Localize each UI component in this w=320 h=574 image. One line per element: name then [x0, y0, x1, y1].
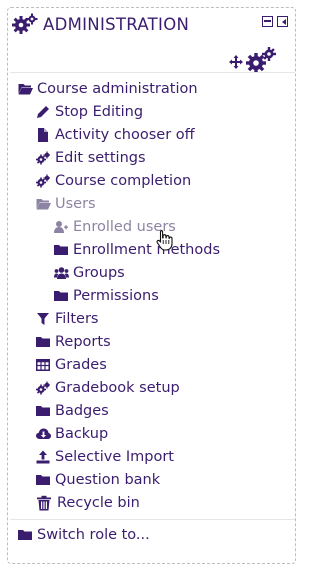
tree-item-groups[interactable]: Groups: [54, 265, 125, 281]
table-icon: [36, 358, 50, 372]
users-icon: [54, 266, 69, 280]
tree-item-gradebook-setup[interactable]: Gradebook setup: [36, 380, 180, 396]
tree-item-course-completion[interactable]: Course completion: [36, 173, 191, 189]
pencil-icon: [36, 105, 50, 119]
cloud-download-icon: [36, 427, 51, 441]
file-icon: [36, 128, 50, 142]
upload-icon: [36, 450, 50, 464]
tree-item-edit-settings[interactable]: Edit settings: [36, 150, 146, 166]
gears-icon: [36, 151, 50, 165]
tree-item-label: Permissions: [73, 288, 159, 304]
gears-icon[interactable]: [246, 46, 276, 74]
dock-icon[interactable]: [277, 16, 288, 27]
folder-icon: [36, 473, 50, 487]
tree-item-stop-editing[interactable]: Stop Editing: [36, 104, 143, 120]
tree-item-activity-chooser[interactable]: Activity chooser off: [36, 127, 195, 143]
tree-item-badges[interactable]: Badges: [36, 403, 109, 419]
tree-item-label: Badges: [55, 403, 109, 419]
tree-item-label: Selective Import: [55, 449, 174, 465]
tree-item-selective-import[interactable]: Selective Import: [36, 449, 174, 465]
tree-item-label: Reports: [55, 334, 111, 350]
block-title: ADMINISTRATION: [43, 15, 190, 34]
divider: [10, 72, 295, 73]
tree-item-label: Edit settings: [55, 150, 146, 166]
tree-item-switch-role[interactable]: Switch role to...: [18, 527, 150, 543]
tree-item-label: Gradebook setup: [55, 380, 180, 396]
tree-item-recycle-bin[interactable]: Recycle bin: [36, 495, 140, 511]
folder-open-icon: [18, 82, 33, 96]
tree-item-label: Activity chooser off: [55, 127, 195, 143]
tree-item-backup[interactable]: Backup: [36, 426, 108, 442]
tree-item-grades[interactable]: Grades: [36, 357, 107, 373]
tree-item-label: Switch role to...: [37, 527, 150, 543]
hand-cursor-icon: [156, 229, 174, 251]
tree-item-users[interactable]: Users: [36, 196, 96, 212]
tree-item-label: Stop Editing: [55, 104, 144, 120]
folder-icon: [36, 335, 50, 349]
tree-item-label: Course administration: [37, 81, 198, 97]
minimize-icon[interactable]: [262, 16, 273, 27]
tree-item-permissions[interactable]: Permissions: [54, 288, 159, 304]
folder-icon: [54, 243, 68, 257]
move-icon[interactable]: [229, 55, 243, 69]
tree-item-label: Filters: [55, 311, 99, 327]
user-plus-icon: [54, 220, 68, 234]
gears-icon: [36, 174, 50, 188]
folder-icon: [36, 404, 50, 418]
folder-open-icon: [36, 197, 51, 211]
tree-item-label: Groups: [73, 265, 125, 281]
tree-item-reports[interactable]: Reports: [36, 334, 111, 350]
tree-item-label: Enrollment methods: [73, 242, 221, 258]
filter-icon: [36, 312, 50, 326]
tree-item-label: Question bank: [55, 472, 161, 488]
tree-item-label: Backup: [55, 426, 109, 442]
tree-item-label: Recycle bin: [57, 495, 140, 511]
gears-icon: [36, 381, 50, 395]
tree-item-filters[interactable]: Filters: [36, 311, 98, 327]
tree-item-enrollment-methods[interactable]: Enrollment methods: [54, 242, 220, 258]
divider: [10, 519, 295, 520]
tree-item-label: Users: [55, 196, 96, 212]
folder-icon: [54, 289, 68, 303]
tree-item-label: Course completion: [55, 173, 192, 189]
block-header: ADMINISTRATION: [10, 10, 296, 78]
trash-icon: [36, 495, 52, 511]
gears-icon: [12, 13, 38, 35]
tree-item-course-administration[interactable]: Course administration: [18, 81, 198, 97]
tree-item-label: Grades: [55, 357, 107, 373]
folder-icon: [18, 528, 32, 542]
tree-item-question-bank[interactable]: Question bank: [36, 472, 160, 488]
